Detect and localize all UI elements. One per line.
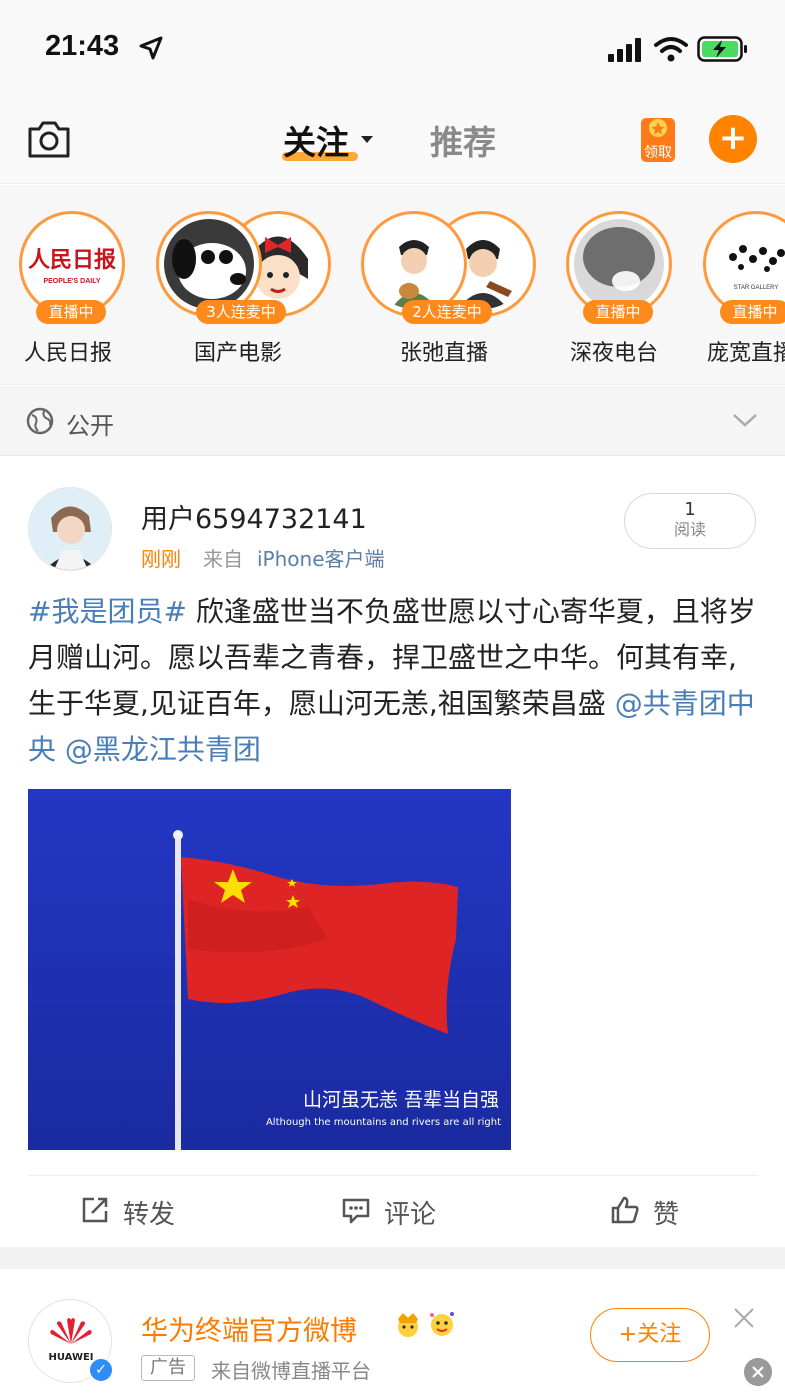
globe-icon [26, 407, 54, 435]
crown-emoji-icon [398, 1313, 418, 1337]
close-icon[interactable] [733, 1307, 755, 1329]
cellular-signal-icon [608, 38, 641, 62]
cartoon-avatar-guitarist [369, 219, 459, 309]
comment-label: 评论 [384, 1200, 437, 1230]
live-badge: 直播中 [720, 300, 785, 324]
live-badge: 直播中 [583, 300, 653, 324]
share-icon [82, 1197, 108, 1223]
ad-account-name[interactable]: 华为终端官方微博 [141, 1309, 357, 1348]
image-caption-en: Although the mountains and rivers are al… [265, 1117, 501, 1128]
ad-tag: 广告 [141, 1355, 195, 1381]
post-source-prefix: 来自 [203, 547, 243, 571]
camera-icon[interactable] [26, 117, 72, 161]
user-avatar-image [29, 488, 111, 570]
wifi-icon [654, 37, 688, 62]
add-button[interactable]: + [709, 115, 757, 163]
live-stream-row: 人民日报 PEOPLE'S DAILY 直播中 人民日报 3人连麦中 国产电影 … [0, 185, 785, 385]
cartoon-avatar-snoopy [164, 219, 254, 309]
visibility-selector[interactable]: 公开 [0, 386, 785, 456]
svg-text:STAR GALLERY: STAR GALLERY [734, 285, 779, 291]
top-nav: 关注 推荐 领取 + [0, 100, 785, 184]
live-item-label: 庞宽直播 [707, 341, 785, 366]
sponsored-post: HUAWEI ✓ 华为终端官方微博 广告 来自微博直播平台 +关注 [0, 1269, 785, 1395]
coupon-label[interactable]: 领取 [640, 142, 676, 162]
comment-icon [342, 1198, 370, 1224]
post-image[interactable]: 山河虽无恙 吾辈当自强 Although the mountains and r… [28, 789, 511, 1150]
party-emoji-icon [430, 1312, 454, 1336]
live-badge: 3人连麦中 [196, 300, 286, 324]
live-item-label: 国产电影 [194, 341, 283, 366]
visibility-label: 公开 [66, 412, 114, 440]
moonlight-avatar [574, 219, 664, 309]
tab-dropdown-caret-icon[interactable] [361, 136, 373, 143]
status-bar: 21:43 [0, 0, 785, 100]
chevron-down-icon[interactable] [732, 412, 758, 428]
post-timestamp: 刚刚 [141, 547, 181, 571]
live-item-label: 人民日报 [24, 341, 113, 366]
read-count-badge: 1 阅读 [624, 493, 756, 549]
location-arrow-icon [139, 36, 163, 60]
read-label: 阅读 [673, 520, 706, 539]
people-daily-logo: 人民日报 PEOPLE'S DAILY [27, 219, 117, 309]
battery-charging-icon [697, 36, 747, 62]
feed-post: 用户6594732141 刚刚 来自 iPhone客户端 1 阅读 #我是团员#… [0, 457, 785, 1247]
verified-icon: ✓ [88, 1357, 114, 1383]
live-item-label: 张弛直播 [400, 341, 489, 366]
star-gallery-avatar: STAR GALLERY [711, 219, 785, 309]
user-avatar[interactable] [28, 487, 112, 571]
live-item-label: 深夜电台 [570, 341, 659, 366]
tab-follow[interactable]: 关注 [283, 116, 349, 164]
thumbs-up-icon [611, 1196, 639, 1224]
post-action-bar: 转发 评论 赞 [28, 1175, 758, 1247]
svg-text:人民日报: 人民日报 [28, 247, 116, 273]
dismiss-circle-icon[interactable] [744, 1358, 772, 1386]
read-count: 1 [684, 499, 696, 520]
image-caption-cn: 山河虽无恙 吾辈当自强 [302, 1089, 499, 1111]
feed-separator [0, 1247, 785, 1269]
post-source[interactable]: iPhone客户端 [257, 543, 385, 572]
status-time: 21:43 [45, 30, 120, 62]
like-label: 赞 [653, 1200, 680, 1230]
follow-button[interactable]: +关注 [590, 1308, 710, 1362]
svg-text:PEOPLE'S DAILY: PEOPLE'S DAILY [43, 278, 100, 285]
topic-link[interactable]: #我是团员# [28, 595, 187, 628]
post-username[interactable]: 用户6594732141 [141, 497, 367, 536]
repost-label: 转发 [123, 1200, 176, 1230]
mention-link[interactable]: @黑龙江共青团 [65, 733, 261, 766]
live-badge: 2人连麦中 [402, 300, 492, 324]
post-body: #我是团员# 欣逢盛世当不负盛世愿以寸心寄华夏，且将岁月赠山河。愿以吾辈之青春，… [28, 589, 758, 773]
tab-recommend[interactable]: 推荐 [430, 116, 496, 164]
live-badge: 直播中 [36, 300, 106, 324]
ad-source: 来自微博直播平台 [211, 1359, 371, 1383]
